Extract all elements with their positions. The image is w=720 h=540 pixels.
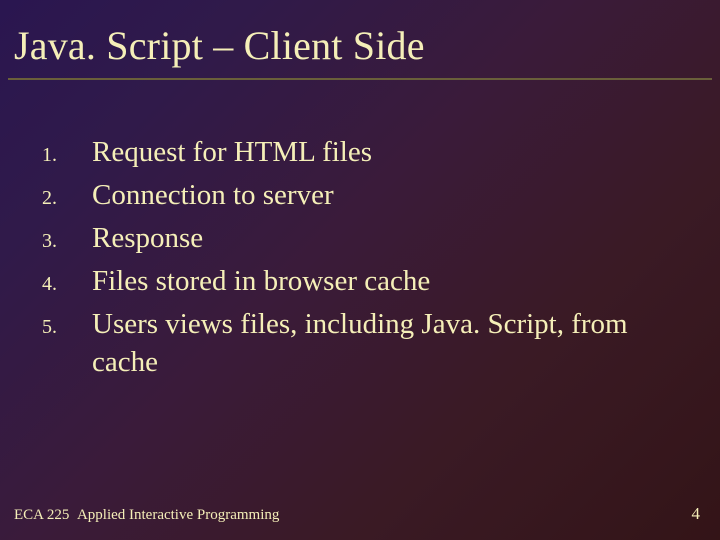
page-number: 4 bbox=[692, 504, 701, 524]
slide: Java. Script – Client Side 1. Request fo… bbox=[0, 0, 720, 540]
list-item: 2. Connection to server bbox=[42, 177, 690, 214]
list-item: 4. Files stored in browser cache bbox=[42, 263, 690, 300]
list-text: Connection to server bbox=[92, 177, 690, 214]
numbered-list: 1. Request for HTML files 2. Connection … bbox=[42, 134, 690, 387]
footer-subtitle: Applied Interactive Programming bbox=[77, 507, 279, 523]
list-text: Users views files, including Java. Scrip… bbox=[92, 306, 690, 380]
list-text: Request for HTML files bbox=[92, 134, 690, 171]
list-text: Files stored in browser cache bbox=[92, 263, 690, 300]
list-number: 5. bbox=[42, 311, 92, 341]
list-item: 5. Users views files, including Java. Sc… bbox=[42, 306, 690, 380]
list-number: 2. bbox=[42, 182, 92, 212]
list-number: 1. bbox=[42, 139, 92, 169]
list-item: 1. Request for HTML files bbox=[42, 134, 690, 171]
title-underline bbox=[8, 78, 712, 80]
footer-course: ECA 225 bbox=[14, 507, 69, 523]
list-number: 4. bbox=[42, 268, 92, 298]
list-text: Response bbox=[92, 220, 690, 257]
list-number: 3. bbox=[42, 225, 92, 255]
slide-title: Java. Script – Client Side bbox=[14, 22, 425, 69]
footer-left: ECA 225 Applied Interactive Programming bbox=[14, 507, 279, 524]
list-item: 3. Response bbox=[42, 220, 690, 257]
